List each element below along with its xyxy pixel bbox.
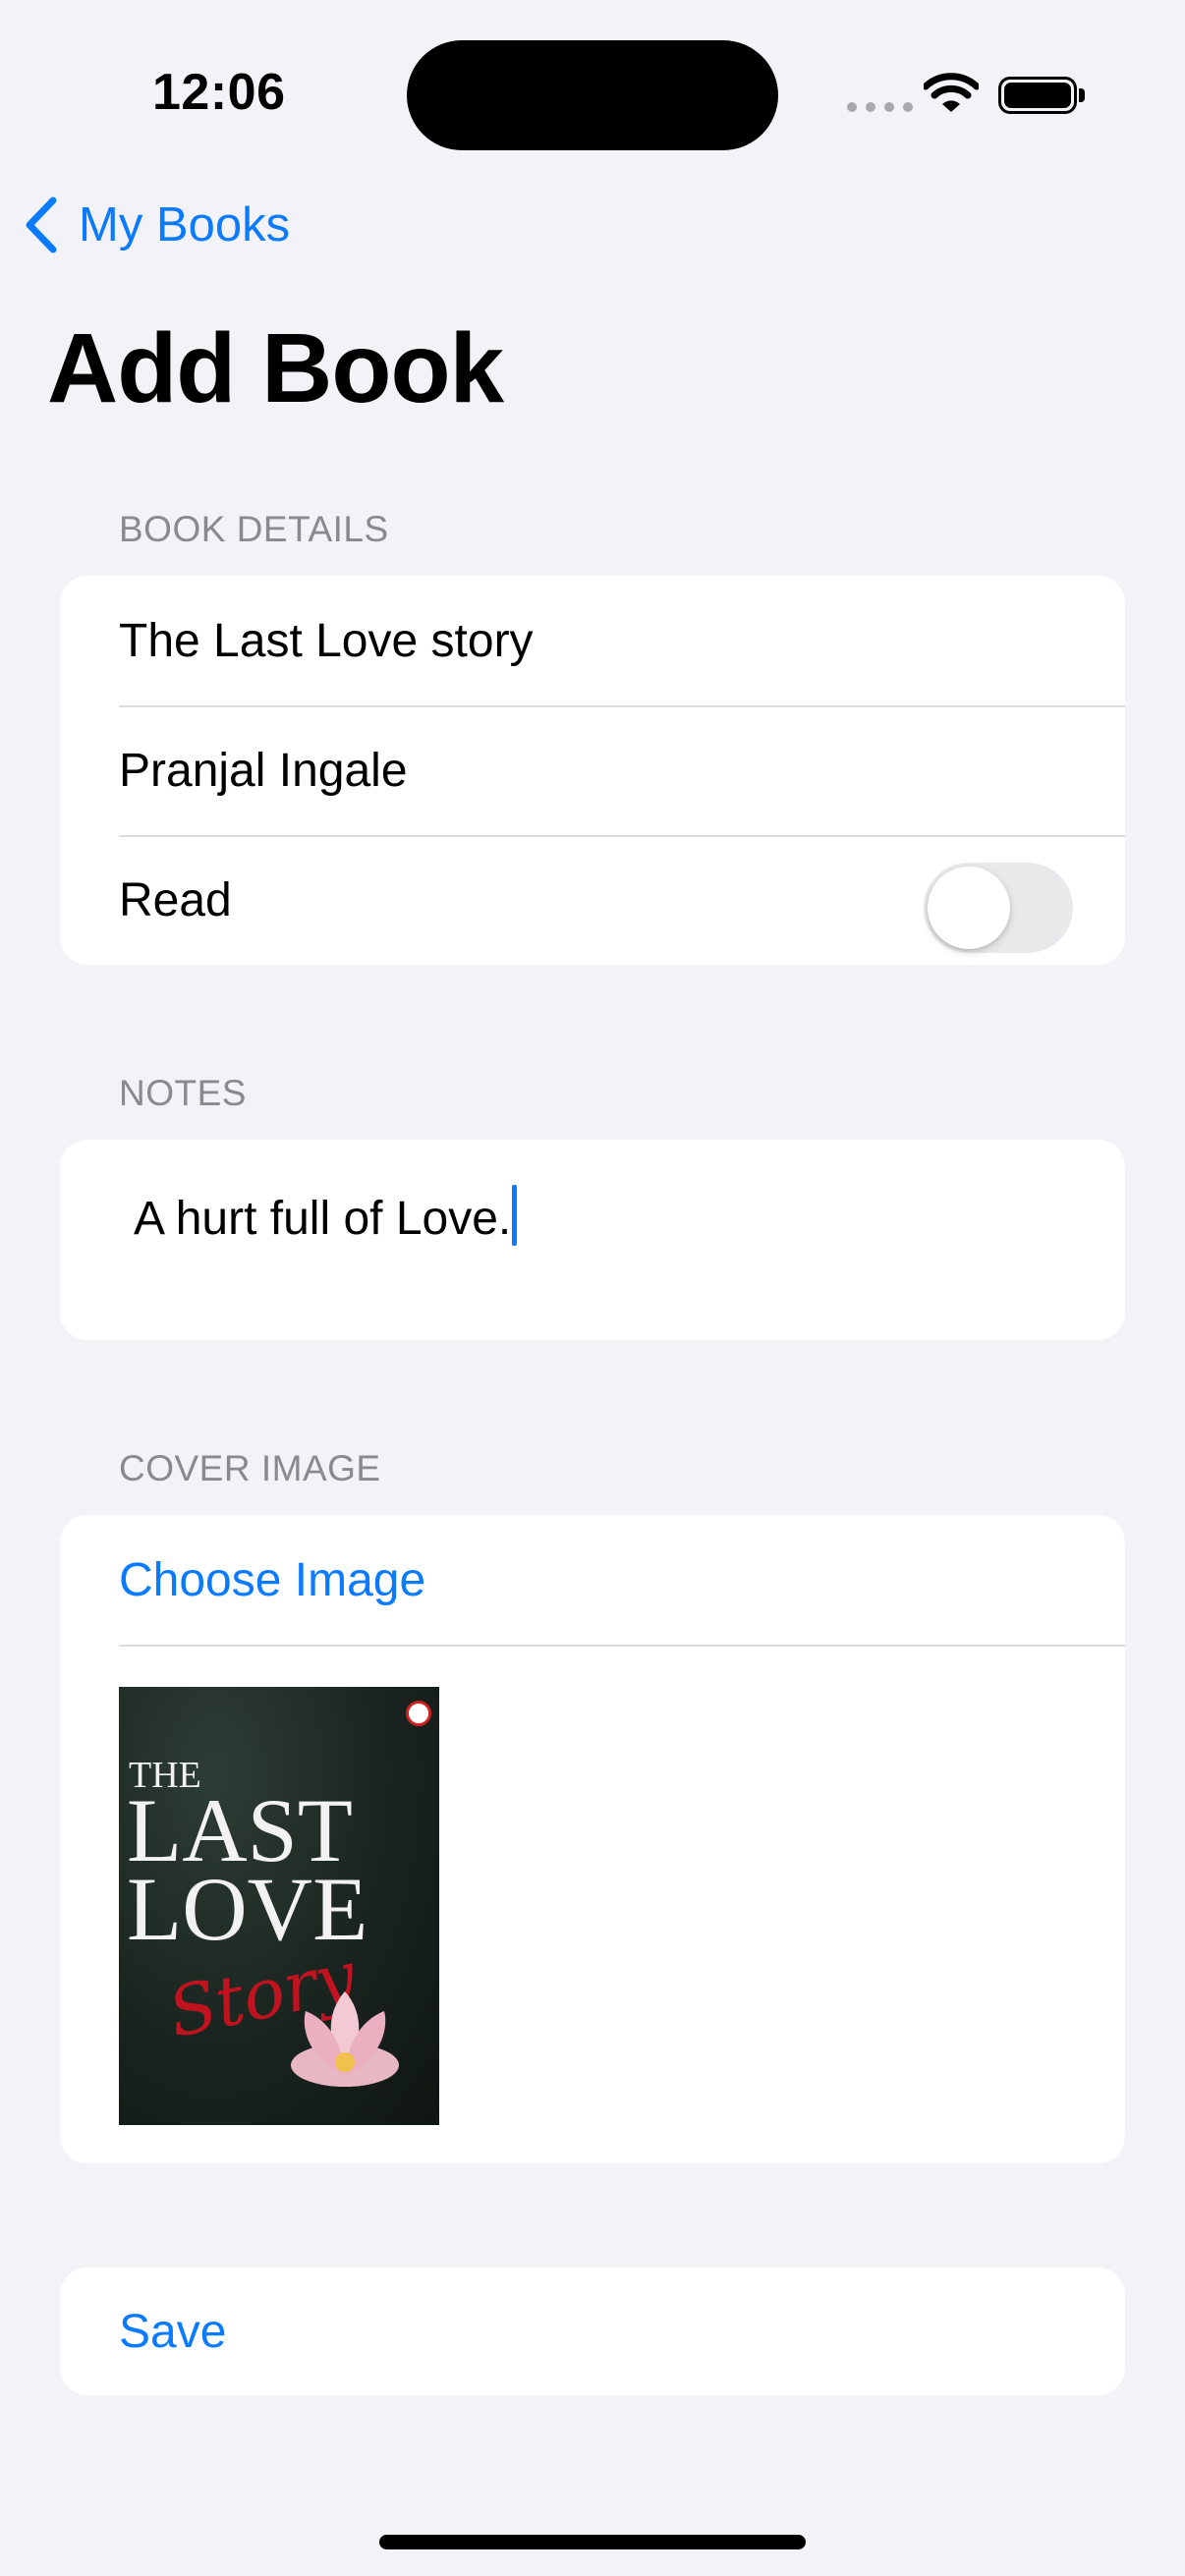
save-button[interactable]: Save (60, 2268, 1125, 2395)
title-field[interactable]: The Last Love story (60, 576, 1125, 705)
back-button[interactable]: My Books (24, 196, 290, 253)
section-header-book-details: BOOK DETAILS (119, 509, 389, 549)
section-header-cover-image: COVER IMAGE (119, 1448, 381, 1488)
back-button-label: My Books (79, 198, 291, 252)
notes-text: A hurt full of Love. (134, 1193, 512, 1245)
status-time: 12:06 (152, 64, 286, 121)
chevron-left-icon (26, 196, 57, 253)
page-title: Add Book (47, 313, 504, 423)
text-cursor (512, 1185, 518, 1246)
wifi-icon (924, 73, 979, 112)
read-toggle[interactable] (924, 863, 1073, 953)
book-cover-image: THE LAST LOVE Story (119, 1687, 439, 2125)
cover-image-card: Choose Image THE LAST LOVE Story (60, 1515, 1125, 2163)
section-header-notes: NOTES (119, 1073, 247, 1113)
lotus-flower-icon (291, 1991, 399, 2087)
read-row: Read (60, 835, 1125, 965)
cover-preview-area: THE LAST LOVE Story (60, 1645, 1125, 2163)
publisher-logo (406, 1701, 431, 1726)
notes-text-editor[interactable]: A hurt full of Love. (60, 1140, 1125, 1340)
book-details-card: The Last Love story Pranjal Ingale Read (60, 576, 1125, 965)
choose-image-label: Choose Image (119, 1553, 426, 1606)
author-field[interactable]: Pranjal Ingale (60, 705, 1125, 835)
save-button-label: Save (119, 2305, 227, 2358)
battery-icon (998, 77, 1077, 114)
toggle-knob (928, 867, 1010, 949)
cellular-signal-icon (847, 102, 913, 112)
choose-image-button[interactable]: Choose Image (60, 1515, 1125, 1645)
save-card: Save (60, 2268, 1125, 2395)
home-indicator (379, 2535, 806, 2549)
battery-cap (1079, 88, 1085, 102)
read-label: Read (119, 873, 232, 926)
title-field-value: The Last Love story (119, 614, 534, 667)
dynamic-island (407, 40, 778, 150)
author-field-value: Pranjal Ingale (119, 744, 408, 797)
